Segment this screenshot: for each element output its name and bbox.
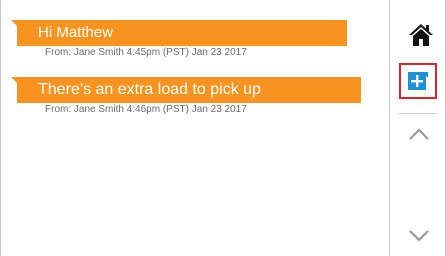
message-item[interactable]: There’s an extra load to pick up From: J…	[11, 77, 361, 115]
message-item[interactable]: Hi Matthew From: Jane Smith 4:45pm (PST)…	[11, 20, 347, 58]
message-bubble: Hi Matthew	[11, 20, 347, 46]
add-message-button[interactable]	[399, 63, 437, 99]
scroll-up-button[interactable]	[407, 124, 431, 144]
message-bubble: There’s an extra load to pick up	[11, 77, 361, 103]
message-meta: From: Jane Smith 4:45pm (PST) Jan 23 201…	[45, 47, 247, 58]
sidebar	[390, 0, 446, 256]
home-button[interactable]	[408, 22, 434, 48]
home-icon	[409, 24, 433, 46]
message-list: Hi Matthew From: Jane Smith 4:45pm (PST)…	[1, 0, 389, 256]
sidebar-separator	[398, 113, 438, 114]
add-message-icon	[408, 72, 428, 90]
scroll-down-button[interactable]	[407, 226, 431, 246]
chevron-up-icon	[409, 128, 429, 140]
messages-screen: Hi Matthew From: Jane Smith 4:45pm (PST)…	[0, 0, 446, 256]
chevron-down-icon	[409, 230, 429, 242]
message-meta: From: Jane Smith 4:46pm (PST) Jan 23 201…	[45, 104, 247, 115]
